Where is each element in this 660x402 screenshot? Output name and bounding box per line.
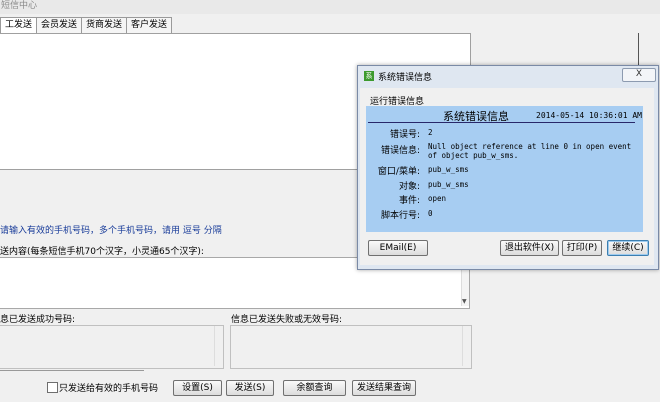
- error-message-label: 错误信息:: [380, 146, 420, 156]
- valid-only-checkbox[interactable]: [47, 382, 58, 393]
- tab-staff-send[interactable]: 工发送: [0, 17, 38, 33]
- error-number-label: 错误号:: [389, 130, 420, 140]
- separator-line: [0, 370, 144, 371]
- event-value: open: [428, 194, 447, 203]
- email-button[interactable]: EMail(E): [368, 240, 428, 256]
- failed-numbers-list[interactable]: [230, 325, 472, 369]
- failed-list-scrollbar[interactable]: [462, 326, 470, 366]
- script-line-value: 0: [428, 209, 433, 218]
- print-button[interactable]: 打印(P): [562, 240, 602, 256]
- window-menu-value: pub_w_sms: [428, 165, 469, 174]
- script-line-label: 脚本行号:: [380, 211, 420, 221]
- panel-divider: [368, 122, 635, 123]
- tab-member-send[interactable]: 会员发送: [36, 17, 83, 33]
- success-numbers-label: 息已发送成功号码:: [0, 315, 76, 325]
- error-message-value: Null object reference at line 0 in open …: [428, 142, 632, 160]
- balance-query-button[interactable]: 余额查询: [283, 380, 346, 396]
- failed-numbers-label: 信息已发送失败或无效号码:: [231, 315, 343, 325]
- error-number-value: 2: [428, 128, 433, 137]
- error-timestamp: 2014-05-14 10:36:01 AM: [536, 111, 642, 120]
- object-label: 对象:: [398, 182, 420, 192]
- success-numbers-list[interactable]: [0, 325, 224, 369]
- dialog-title: 系统错误信息: [378, 73, 433, 83]
- continue-button[interactable]: 继续(C): [607, 240, 649, 256]
- close-button[interactable]: X: [622, 68, 656, 82]
- valid-only-label: 只发送给有效的手机号码: [59, 384, 159, 394]
- phone-hint-text: 请输入有效的手机号码，多个手机号码，请用 逗号 分隔: [0, 226, 222, 236]
- divider: [638, 33, 639, 68]
- object-value: pub_w_sms: [428, 180, 469, 189]
- tab-customer-send[interactable]: 客户发送: [126, 17, 173, 33]
- window-menu-label: 窗口/菜单:: [377, 167, 420, 177]
- settings-button[interactable]: 设置(S): [173, 380, 222, 396]
- event-label: 事件:: [398, 196, 420, 206]
- system-error-dialog: 系 系统错误信息 X 运行错误信息 系统错误信息 2014-05-14 10:3…: [357, 65, 659, 270]
- app-logo-icon: 系: [364, 71, 374, 81]
- tab-supplier-send[interactable]: 货商发送: [81, 17, 128, 33]
- send-button[interactable]: 发送(S): [226, 380, 274, 396]
- tab-bar: 工发送 会员发送 货商发送 客户发送: [0, 17, 173, 33]
- success-list-scrollbar[interactable]: [214, 326, 222, 366]
- exit-software-button[interactable]: 退出软件(X): [500, 240, 559, 256]
- window-title: 短信中心: [0, 0, 660, 14]
- scroll-down-icon[interactable]: ▼: [462, 299, 467, 305]
- send-result-query-button[interactable]: 发送结果查询: [352, 380, 416, 396]
- content-label: 送内容(每条短信手机70个汉字，小灵通65个汉字):: [0, 247, 204, 257]
